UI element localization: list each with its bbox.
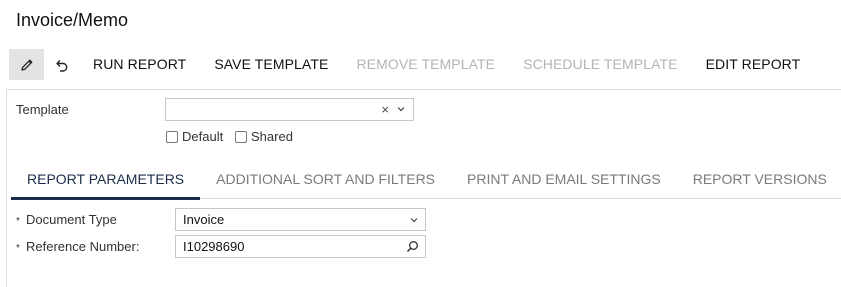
default-checkbox-label: Default — [182, 129, 224, 144]
template-label: Template — [16, 102, 69, 117]
tab-report-parameters[interactable]: REPORT PARAMETERS — [11, 162, 201, 200]
tab-bar: REPORT PARAMETERS ADDITIONAL SORT AND FI… — [11, 162, 841, 200]
pencil-icon — [20, 59, 32, 71]
tab-print-and-email-settings[interactable]: PRINT AND EMAIL SETTINGS — [451, 162, 677, 198]
undo-button[interactable] — [44, 49, 79, 80]
chevron-down-icon[interactable] — [409, 215, 419, 225]
required-marker: * — [16, 216, 20, 227]
shared-checkbox[interactable] — [235, 130, 247, 143]
shared-checkbox-wrap[interactable]: Shared — [235, 129, 293, 144]
default-checkbox-wrap[interactable]: Default — [166, 129, 223, 144]
template-selector[interactable]: × — [165, 98, 414, 121]
edit-report-button[interactable]: EDIT REPORT — [692, 49, 815, 80]
document-type-select[interactable]: Invoice — [175, 208, 426, 231]
tab-additional-sort-and-filters[interactable]: ADDITIONAL SORT AND FILTERS — [200, 162, 451, 198]
toolbar: RUN REPORT SAVE TEMPLATE REMOVE TEMPLATE… — [9, 49, 841, 80]
document-type-label: Document Type — [26, 212, 117, 227]
undo-icon — [55, 59, 67, 72]
tab-report-versions[interactable]: REPORT VERSIONS — [677, 162, 841, 198]
clear-icon[interactable]: × — [381, 102, 389, 117]
required-marker: * — [16, 243, 20, 254]
chevron-down-icon[interactable] — [396, 104, 406, 114]
reference-number-input[interactable]: I10298690 — [175, 235, 426, 258]
reference-number-value: I10298690 — [183, 239, 245, 254]
search-icon[interactable] — [406, 240, 419, 253]
default-checkbox[interactable] — [166, 130, 178, 143]
remove-template-button[interactable]: REMOVE TEMPLATE — [342, 49, 509, 80]
shared-checkbox-label: Shared — [251, 129, 293, 144]
document-type-value: Invoice — [183, 212, 225, 227]
reference-number-label: Reference Number: — [26, 239, 140, 254]
save-template-button[interactable]: SAVE TEMPLATE — [200, 49, 342, 80]
schedule-template-button[interactable]: SCHEDULE TEMPLATE — [509, 49, 691, 80]
run-report-button[interactable]: RUN REPORT — [93, 49, 200, 80]
page-title: Invoice/Memo — [16, 10, 129, 30]
report-form: Template × Default Shared REPORT PARAMET… — [6, 89, 841, 287]
edit-button[interactable] — [9, 49, 44, 80]
